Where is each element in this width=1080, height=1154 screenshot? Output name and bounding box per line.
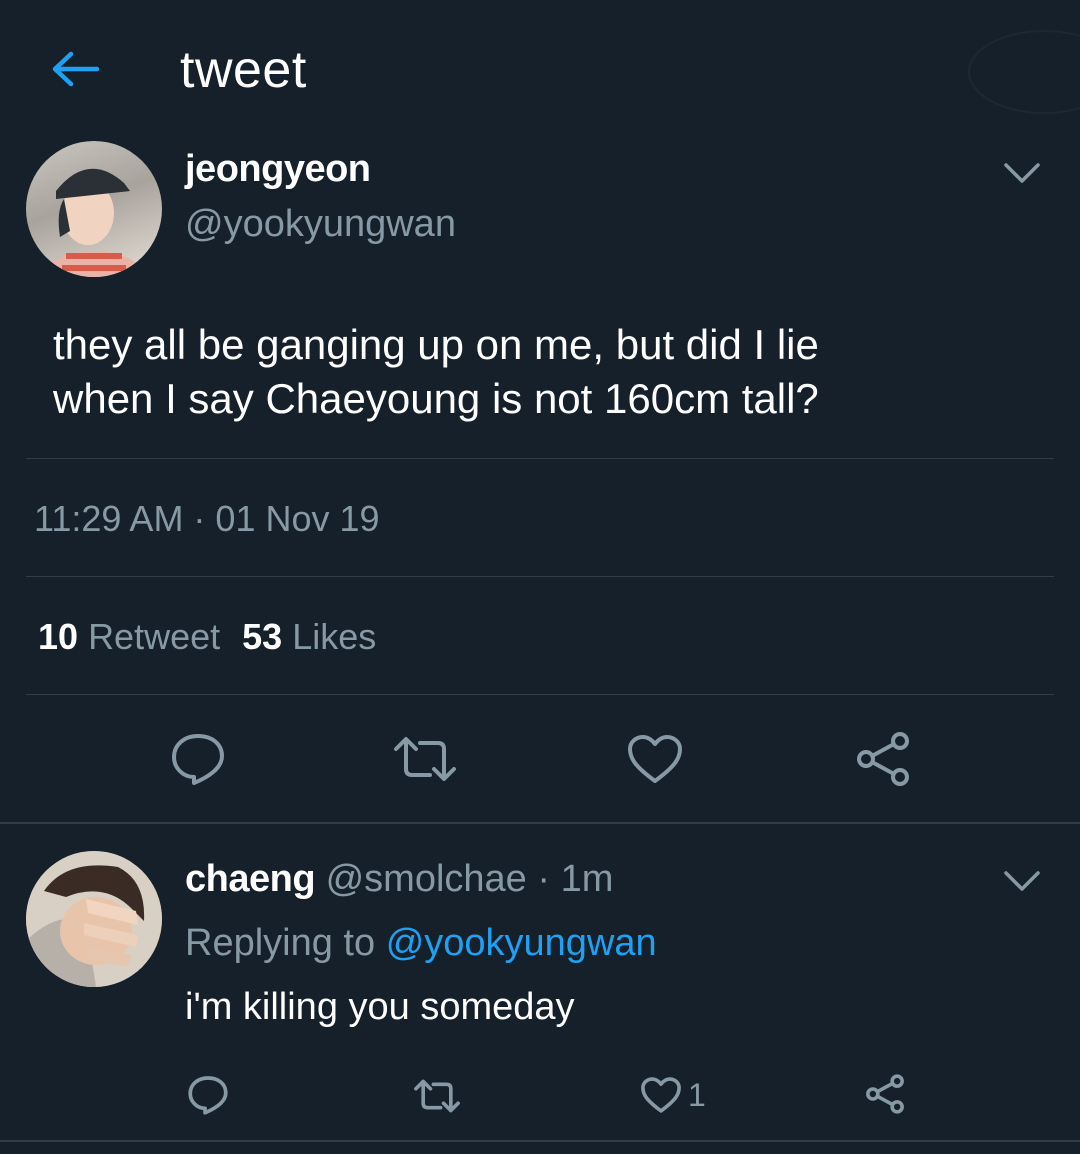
divider bbox=[26, 694, 1054, 695]
reply-icon bbox=[172, 734, 224, 785]
avatar-photo bbox=[26, 851, 162, 987]
tweet-timestamp: 11:29 AM · 01 Nov 19 bbox=[34, 498, 380, 539]
like-button[interactable] bbox=[626, 733, 684, 785]
retweet-count: 10 bbox=[38, 616, 79, 657]
reply-retweet-button[interactable] bbox=[413, 1078, 461, 1114]
divider bbox=[26, 458, 1054, 459]
back-button[interactable] bbox=[50, 48, 100, 90]
heart-icon bbox=[628, 735, 682, 783]
reply-options-button[interactable] bbox=[1000, 866, 1044, 896]
divider bbox=[26, 576, 1054, 577]
reply-button[interactable] bbox=[170, 732, 226, 786]
retweet-icon bbox=[394, 737, 456, 781]
retweet-button[interactable] bbox=[392, 735, 458, 783]
divider bbox=[0, 1140, 1080, 1142]
tweet-text-line: when I say Chaeyoung is not 160cm tall? bbox=[53, 375, 819, 422]
reply-text: i'm killing you someday bbox=[185, 986, 575, 1028]
reply-author-line: chaeng @smolchae · 1m bbox=[185, 858, 613, 901]
tweet-options-button[interactable] bbox=[1000, 158, 1044, 188]
top-bar: tweet bbox=[0, 0, 1080, 140]
share-icon bbox=[857, 732, 909, 786]
likes-label: Likes bbox=[292, 616, 377, 657]
author-avatar[interactable] bbox=[26, 141, 162, 277]
reply-author-avatar[interactable] bbox=[26, 851, 162, 987]
reply-like-button[interactable]: 1 bbox=[640, 1076, 706, 1114]
reply-reply-button[interactable] bbox=[187, 1075, 229, 1115]
reply-author-name[interactable]: chaeng bbox=[185, 858, 316, 900]
retweet-icon bbox=[414, 1079, 460, 1113]
decorative-shape bbox=[968, 30, 1080, 114]
back-arrow-icon bbox=[52, 51, 99, 87]
author-name[interactable]: jeongyeon bbox=[185, 148, 371, 191]
replying-to-prefix: Replying to bbox=[185, 922, 376, 964]
avatar-photo bbox=[37, 168, 151, 277]
chevron-down-icon bbox=[1004, 871, 1040, 891]
divider bbox=[0, 822, 1080, 824]
reply-icon bbox=[188, 1076, 228, 1115]
retweet-label: Retweet bbox=[88, 616, 221, 657]
chevron-down-icon bbox=[1004, 163, 1040, 183]
page-title: tweet bbox=[180, 41, 307, 99]
like-count: 53 bbox=[242, 616, 283, 657]
reply-like-count: 1 bbox=[688, 1076, 706, 1113]
tweet-text-line: they all be ganging up on me, but did I … bbox=[53, 321, 819, 368]
tweet-stats: 10 Retweet 53 Likes bbox=[38, 616, 388, 658]
tweet-text: they all be ganging up on me, but did I … bbox=[53, 318, 1013, 426]
heart-icon bbox=[641, 1077, 681, 1113]
share-icon bbox=[866, 1074, 904, 1114]
likes-stat[interactable]: 53 Likes bbox=[242, 616, 388, 658]
replying-to: Replying to @yookyungwan bbox=[185, 922, 657, 965]
reply-share-button[interactable] bbox=[864, 1074, 906, 1114]
share-button[interactable] bbox=[854, 731, 912, 787]
replying-to-mention[interactable]: @yookyungwan bbox=[386, 922, 657, 964]
reply-author-handle[interactable]: @smolchae · 1m bbox=[326, 858, 614, 900]
retweet-stat[interactable]: 10 Retweet bbox=[38, 616, 232, 658]
author-handle[interactable]: @yookyungwan bbox=[185, 203, 456, 246]
